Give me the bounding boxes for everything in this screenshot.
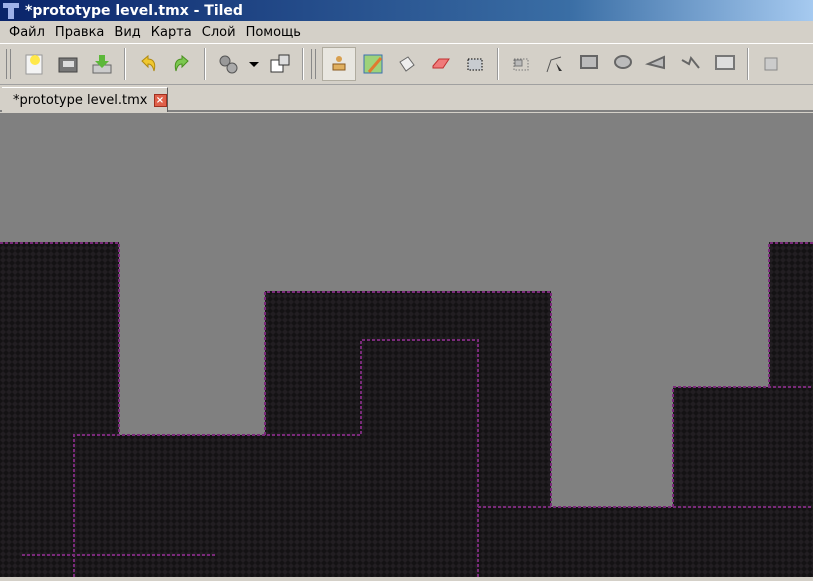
- document-tabs: *prototype level.tmx ×: [0, 85, 813, 112]
- eraser-icon: [432, 58, 450, 69]
- insert-tile-icon: [715, 55, 735, 70]
- select-objects-icon: [513, 58, 529, 71]
- bucket-fill-icon: [399, 56, 415, 72]
- save-button[interactable]: [85, 47, 119, 81]
- tab-label: *prototype level.tmx: [13, 92, 148, 108]
- menu-edit[interactable]: Правка: [50, 25, 109, 40]
- undo-button[interactable]: [131, 47, 165, 81]
- select-objects-button[interactable]: [504, 47, 538, 81]
- toolbar-separator: [302, 48, 304, 80]
- edit-polygons-button[interactable]: [538, 47, 572, 81]
- map-canvas[interactable]: [0, 113, 813, 577]
- close-tab-icon[interactable]: ×: [153, 93, 167, 107]
- undo-icon: [141, 54, 156, 72]
- rect-select-button[interactable]: [458, 47, 492, 81]
- rect-select-icon: [467, 58, 483, 71]
- title-bar: *prototype level.tmx - Tiled: [0, 0, 813, 21]
- insert-polyline-button[interactable]: [674, 47, 708, 81]
- toolbar-separator: [497, 48, 499, 80]
- toolbar-grip[interactable]: [6, 49, 11, 79]
- insert-rectangle-button[interactable]: [572, 47, 606, 81]
- insert-rectangle-icon: [580, 55, 598, 69]
- automap-button[interactable]: [211, 47, 245, 81]
- move-button[interactable]: [754, 47, 788, 81]
- insert-polyline-icon: [681, 55, 700, 69]
- window-title: *prototype level.tmx - Tiled: [25, 2, 243, 19]
- terrain-brush-icon: [363, 54, 383, 74]
- tile-layer: [0, 242, 813, 577]
- bucket-fill-button[interactable]: [390, 47, 424, 81]
- new-icon: [25, 54, 43, 75]
- new-map-button[interactable]: [17, 47, 51, 81]
- insert-ellipse-button[interactable]: [606, 47, 640, 81]
- save-icon: [92, 55, 112, 74]
- redo-button[interactable]: [165, 47, 199, 81]
- open-icon: [58, 57, 78, 73]
- terrain-brush-button[interactable]: [356, 47, 390, 81]
- insert-ellipse-icon: [614, 55, 632, 69]
- open-button[interactable]: [51, 47, 85, 81]
- random-mode-button[interactable]: [263, 47, 297, 81]
- dropdown-arrow-icon[interactable]: [249, 61, 259, 67]
- toolbar-separator: [124, 48, 126, 80]
- toolbar-separator: [747, 48, 749, 80]
- insert-tile-button[interactable]: [708, 47, 742, 81]
- insert-polygon-button[interactable]: [640, 47, 674, 81]
- automap-icon: [219, 55, 238, 74]
- tab-prototype-level[interactable]: *prototype level.tmx ×: [2, 87, 168, 112]
- insert-polygon-icon: [645, 55, 665, 70]
- stamp-brush-button[interactable]: [322, 47, 356, 81]
- move-icon: [764, 57, 778, 71]
- random-icon: [270, 54, 290, 73]
- menu-view[interactable]: Вид: [109, 25, 145, 40]
- eraser-button[interactable]: [424, 47, 458, 81]
- menu-help[interactable]: Помощь: [241, 25, 306, 40]
- toolbar-separator: [204, 48, 206, 80]
- edit-polygons-icon: [546, 56, 562, 73]
- redo-icon: [174, 54, 189, 72]
- main-toolbar: [0, 43, 813, 85]
- toolbar-grip[interactable]: [311, 49, 316, 79]
- stamp-brush-icon: [332, 56, 346, 71]
- tiled-app-icon: [3, 2, 19, 19]
- menu-file[interactable]: Файл: [4, 25, 50, 40]
- wall-tiles: [0, 242, 813, 577]
- menu-map[interactable]: Карта: [146, 25, 197, 40]
- menu-bar: Файл Правка Вид Карта Слой Помощь: [0, 21, 813, 43]
- menu-layer[interactable]: Слой: [197, 25, 241, 40]
